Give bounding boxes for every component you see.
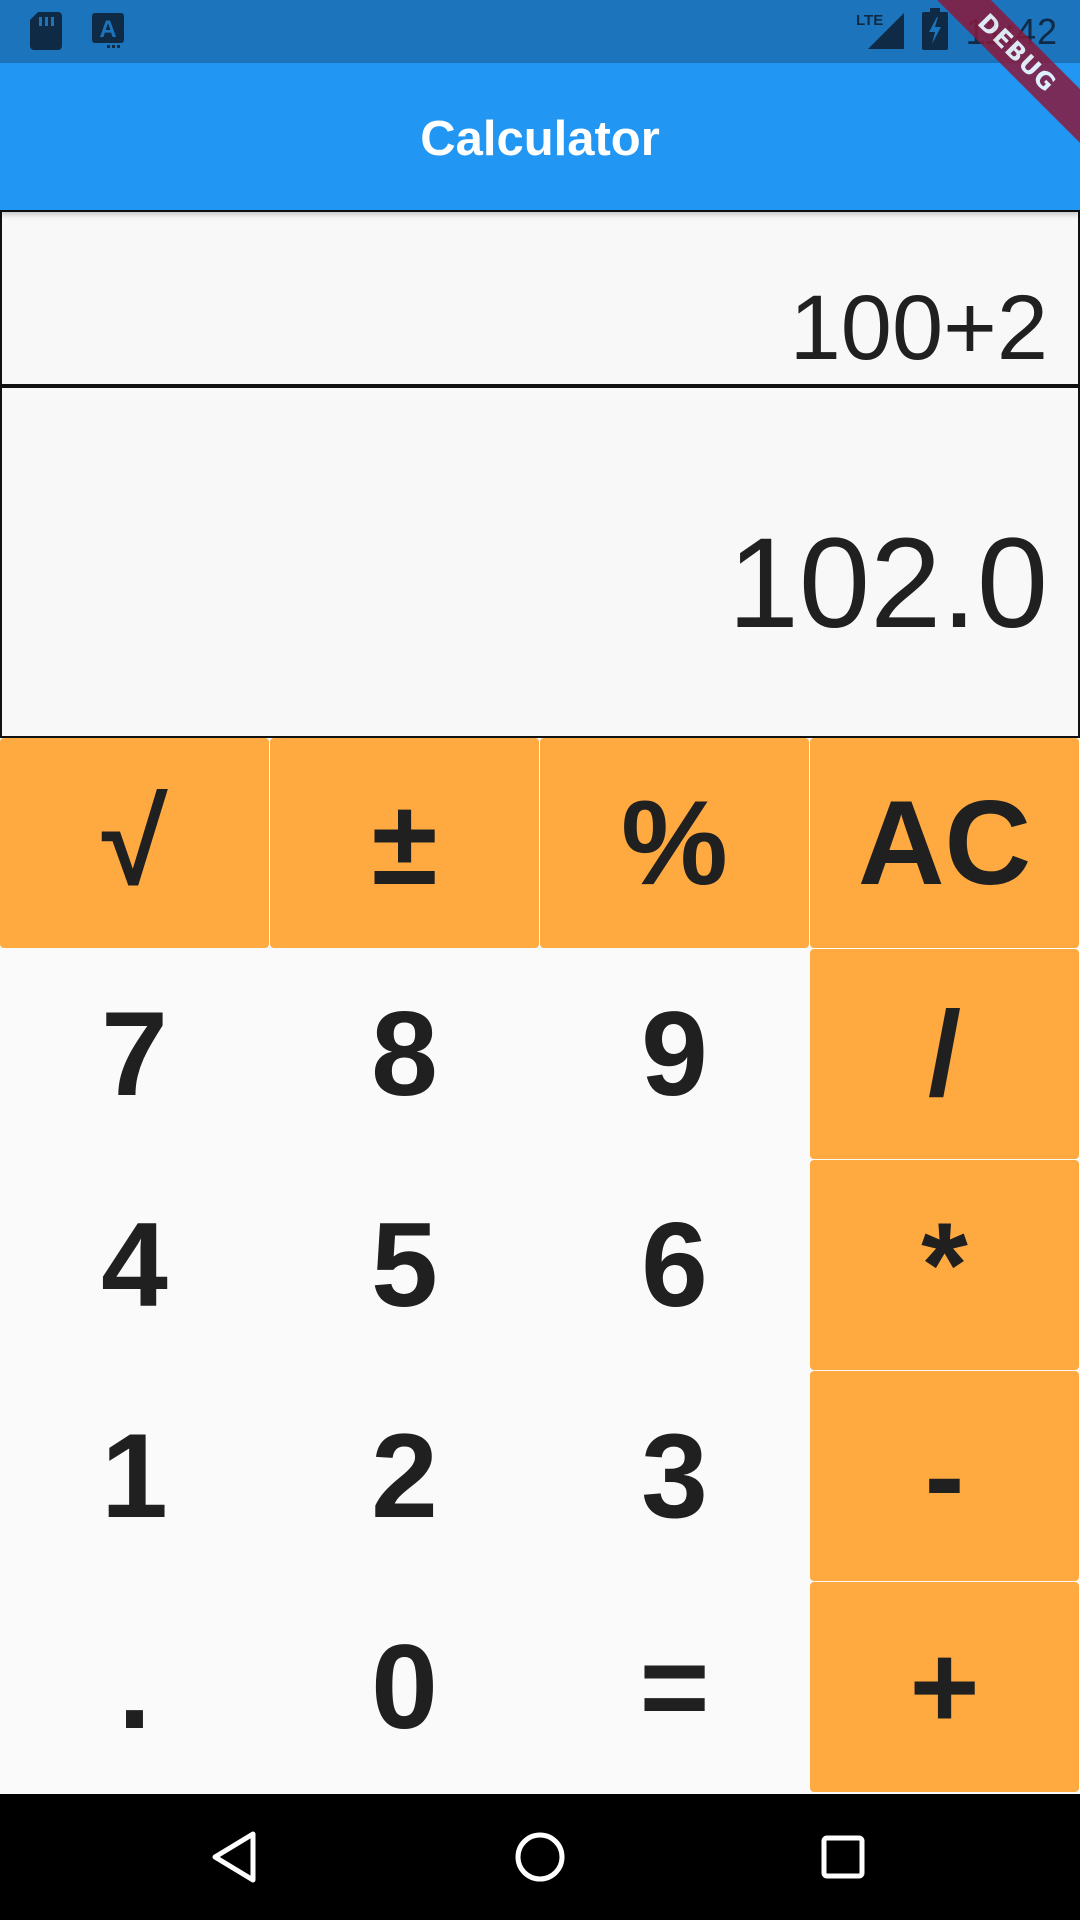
- digit-8-button[interactable]: 8: [270, 949, 539, 1159]
- add-button[interactable]: +: [810, 1582, 1079, 1792]
- app-title: Calculator: [420, 112, 660, 166]
- sqrt-button[interactable]: √: [0, 738, 269, 948]
- status-clock: 11:42: [965, 10, 1058, 52]
- expression-display: 100+2: [0, 210, 1080, 386]
- keyboard-a-icon: A: [92, 13, 124, 49]
- plus-minus-button[interactable]: ±: [270, 738, 539, 948]
- lte-signal-icon: LTE: [856, 9, 904, 54]
- divide-button[interactable]: /: [810, 949, 1079, 1159]
- digit-3-button[interactable]: 3: [540, 1371, 809, 1581]
- multiply-button[interactable]: *: [810, 1160, 1079, 1370]
- recents-icon[interactable]: [810, 1824, 876, 1890]
- expression-text: 100+2: [789, 277, 1048, 379]
- digit-4-button[interactable]: 4: [0, 1160, 269, 1370]
- status-right-icons: LTE 11:42: [856, 8, 1058, 55]
- battery-charging-icon: [921, 8, 948, 55]
- equals-button[interactable]: =: [540, 1582, 809, 1792]
- digit-1-button[interactable]: 1: [0, 1371, 269, 1581]
- system-nav-bar: [0, 1794, 1080, 1920]
- home-icon[interactable]: [507, 1824, 573, 1890]
- digit-7-button[interactable]: 7: [0, 949, 269, 1159]
- app-bar: Calculator: [0, 63, 1080, 210]
- lte-label: LTE: [856, 12, 883, 29]
- digit-6-button[interactable]: 6: [540, 1160, 809, 1370]
- percent-button[interactable]: %: [540, 738, 809, 948]
- subtract-button[interactable]: -: [810, 1371, 1079, 1581]
- keypad: √ ± % AC 7 8 9 / 4 5 6 * 1 2 3 - . 0 = +: [0, 738, 1080, 1794]
- result-text: 102.0: [727, 512, 1048, 655]
- back-icon[interactable]: [203, 1824, 269, 1890]
- status-bar: A LTE 11:42: [0, 0, 1080, 63]
- digit-0-button[interactable]: 0: [270, 1582, 539, 1792]
- digit-9-button[interactable]: 9: [540, 949, 809, 1159]
- digit-5-button[interactable]: 5: [270, 1160, 539, 1370]
- digit-2-button[interactable]: 2: [270, 1371, 539, 1581]
- svg-text:A: A: [99, 16, 116, 43]
- all-clear-button[interactable]: AC: [810, 738, 1079, 948]
- sd-card-icon: [30, 12, 62, 50]
- status-left-icons: A: [30, 12, 124, 50]
- decimal-point-button[interactable]: .: [0, 1582, 269, 1792]
- calculator-screen: A LTE 11:42 DEBUG Calculator 100+2 102.0…: [0, 0, 1080, 1920]
- result-display: 102.0: [0, 386, 1080, 738]
